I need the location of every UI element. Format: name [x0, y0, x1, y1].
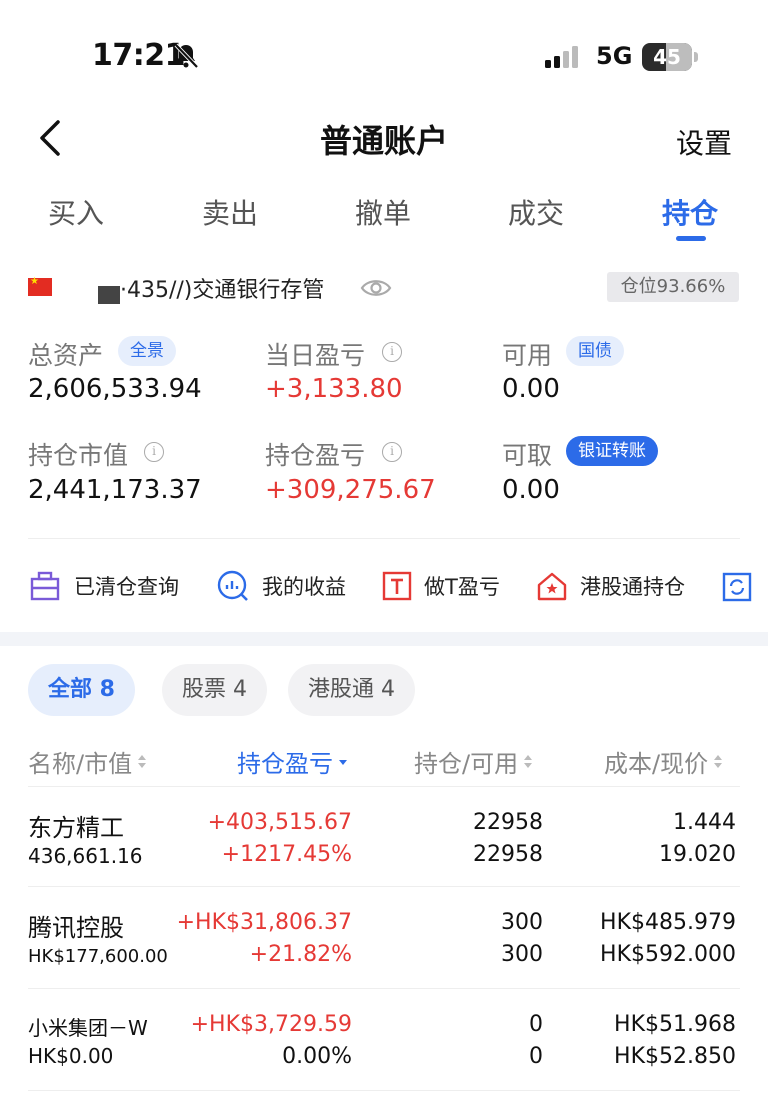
- divider: [28, 1090, 740, 1091]
- stock-available: 300: [501, 942, 543, 967]
- t-square-icon: [382, 571, 412, 601]
- settings-button[interactable]: 设置: [676, 122, 732, 162]
- overview-tag[interactable]: 全景: [118, 336, 176, 366]
- stock-market-value: HK$0.00: [28, 1044, 114, 1068]
- network-type: 5G: [596, 42, 633, 70]
- battery-icon: 45: [642, 43, 698, 71]
- account-name[interactable]: ·435//)交通银行存管: [120, 272, 324, 304]
- available-value: 0.00: [502, 374, 560, 404]
- stock-pl-percent: 0.00%: [282, 1044, 352, 1069]
- section-separator: [0, 632, 768, 646]
- stock-market-value: HK$177,600.00: [28, 946, 168, 967]
- briefcase-icon: [30, 571, 60, 601]
- tab-cancel[interactable]: 撤单: [355, 192, 411, 232]
- stock-holding: 300: [501, 910, 543, 935]
- column-position-pl-label: 持仓盈亏: [237, 750, 333, 778]
- divider: [28, 886, 740, 887]
- tab-sell[interactable]: 卖出: [202, 192, 258, 232]
- stock-pl: +HK$31,806.37: [176, 910, 352, 935]
- bell-muted-icon: [174, 43, 199, 69]
- withdrawable-label: 可取: [502, 441, 553, 470]
- column-position-pl[interactable]: 持仓盈亏: [237, 744, 348, 779]
- info-icon[interactable]: i: [144, 442, 164, 462]
- stock-pl-percent: +21.82%: [249, 942, 352, 967]
- daily-pl-label: 当日盈亏: [265, 341, 366, 370]
- position-pl-value: +309,275.67: [265, 475, 436, 505]
- divider: [28, 786, 740, 787]
- available-label: 可用: [502, 341, 553, 370]
- sort-icon: [137, 754, 147, 770]
- page-title: 普通账户: [319, 122, 448, 160]
- chart-search-icon: [217, 570, 248, 601]
- signal-icon: [545, 46, 578, 68]
- stock-price: HK$592.000: [600, 942, 736, 967]
- stock-cost: HK$51.968: [614, 1012, 736, 1037]
- column-cost-price[interactable]: 成本/现价: [604, 744, 723, 779]
- column-name-value[interactable]: 名称/市值: [28, 744, 147, 779]
- bond-tag[interactable]: 国债: [566, 336, 624, 366]
- t-trade-pl-button[interactable]: 做T盈亏: [382, 568, 500, 604]
- t-trade-pl-label: 做T盈亏: [424, 575, 500, 599]
- my-earnings-label: 我的收益: [262, 575, 346, 599]
- divider: [28, 988, 740, 989]
- info-icon[interactable]: i: [382, 442, 402, 462]
- daily-pl-value: +3,133.80: [265, 374, 403, 404]
- tab-deals[interactable]: 成交: [508, 192, 564, 232]
- stock-available: 0: [529, 1044, 543, 1069]
- bank-transfer-button[interactable]: 银证转账: [566, 436, 658, 466]
- cleared-positions-button[interactable]: 已清仓查询: [28, 568, 179, 604]
- withdrawable-value: 0.00: [502, 475, 560, 505]
- cleared-positions-label: 已清仓查询: [74, 575, 179, 599]
- stock-available: 22958: [473, 842, 543, 867]
- stock-pl: +403,515.67: [207, 810, 352, 835]
- filter-all[interactable]: 全部 8: [28, 664, 135, 716]
- stock-price: 19.020: [659, 842, 736, 867]
- tab-positions[interactable]: 持仓: [662, 192, 718, 232]
- stock-pl: +HK$3,729.59: [190, 1012, 352, 1037]
- hk-connect-positions-button[interactable]: 港股通持仓: [536, 568, 685, 604]
- redaction-mask: [98, 286, 120, 304]
- filter-stocks[interactable]: 股票 4: [162, 664, 267, 716]
- active-tab-indicator: [676, 236, 706, 241]
- market-value-label: 持仓市值: [28, 441, 129, 470]
- market-value: 2,441,173.37: [28, 475, 202, 505]
- stock-name: 小米集团－W: [28, 1016, 148, 1040]
- refresh-square-icon[interactable]: [722, 572, 752, 602]
- sort-icon: [713, 754, 723, 770]
- tab-buy[interactable]: 买入: [48, 192, 104, 232]
- info-icon[interactable]: i: [382, 342, 402, 362]
- divider: [28, 538, 740, 539]
- stock-holding: 22958: [473, 810, 543, 835]
- stock-price: HK$52.850: [614, 1044, 736, 1069]
- filter-hk-connect[interactable]: 港股通 4: [288, 664, 415, 716]
- eye-icon[interactable]: [360, 276, 392, 300]
- stock-name: 腾讯控股: [28, 914, 124, 942]
- position-pl-label: 持仓盈亏: [265, 441, 366, 470]
- stock-name: 东方精工: [28, 814, 124, 842]
- stock-cost: HK$485.979: [600, 910, 736, 935]
- sort-desc-icon: [338, 754, 348, 770]
- position-ratio-badge: 仓位93.66%: [607, 272, 739, 302]
- house-icon: [537, 572, 567, 601]
- column-hold-available[interactable]: 持仓/可用: [414, 744, 533, 779]
- stock-cost: 1.444: [673, 810, 736, 835]
- column-name-value-label: 名称/市值: [28, 750, 133, 778]
- stock-holding: 0: [529, 1012, 543, 1037]
- column-cost-price-label: 成本/现价: [604, 750, 709, 778]
- stock-pl-percent: +1217.45%: [221, 842, 352, 867]
- total-assets-label: 总资产: [28, 341, 104, 370]
- stock-market-value: 436,661.16: [28, 844, 143, 868]
- my-earnings-button[interactable]: 我的收益: [216, 568, 346, 604]
- china-flag-icon: [28, 276, 52, 296]
- column-hold-available-label: 持仓/可用: [414, 750, 519, 778]
- hk-connect-positions-label: 港股通持仓: [580, 575, 685, 599]
- sort-icon: [523, 754, 533, 770]
- total-assets-value: 2,606,533.94: [28, 374, 202, 404]
- battery-level: 45: [653, 45, 681, 69]
- trade-tabs: 买入 卖出 撤单 成交 持仓: [0, 192, 768, 242]
